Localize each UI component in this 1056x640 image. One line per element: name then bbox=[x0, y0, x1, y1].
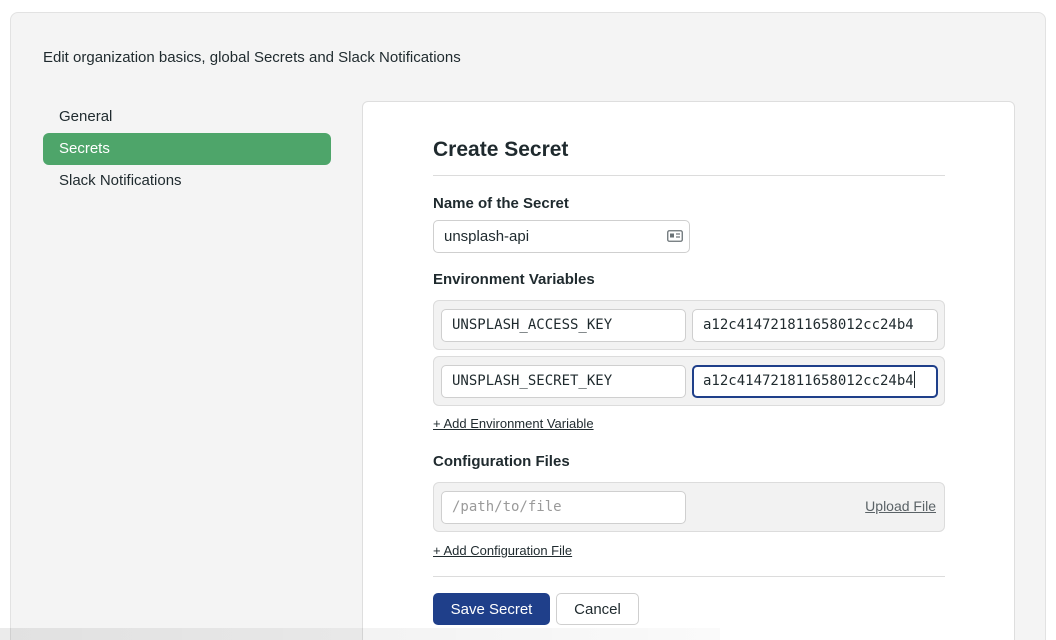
sidebar-item-slack-notifications[interactable]: Slack Notifications bbox=[43, 165, 331, 197]
sidebar-item-secrets[interactable]: Secrets bbox=[43, 133, 331, 165]
secret-name-value: unsplash-api bbox=[444, 228, 530, 245]
env-key-input[interactable]: UNSPLASH_ACCESS_KEY bbox=[441, 309, 686, 342]
sidebar-item-general[interactable]: General bbox=[43, 101, 331, 133]
secret-name-input[interactable]: unsplash-api bbox=[433, 220, 690, 253]
bottom-shadow bbox=[0, 628, 720, 640]
config-file-row: /path/to/file Upload File bbox=[433, 482, 945, 532]
page-description: Edit organization basics, global Secrets… bbox=[43, 49, 461, 66]
add-config-file-link[interactable]: + Add Configuration File bbox=[433, 543, 572, 558]
save-secret-button[interactable]: Save Secret bbox=[433, 593, 550, 625]
id-card-icon bbox=[667, 230, 683, 242]
env-var-row: UNSPLASH_SECRET_KEY a12c414721811658012c… bbox=[433, 356, 945, 406]
form-title: Create Secret bbox=[433, 138, 569, 161]
config-path-input[interactable]: /path/to/file bbox=[441, 491, 686, 524]
env-value-input-focused[interactable]: a12c414721811658012cc24b4 bbox=[692, 365, 938, 398]
title-divider bbox=[433, 175, 945, 176]
env-vars-label: Environment Variables bbox=[433, 271, 595, 288]
upload-file-link[interactable]: Upload File bbox=[865, 498, 936, 514]
env-key-input[interactable]: UNSPLASH_SECRET_KEY bbox=[441, 365, 686, 398]
secret-name-label: Name of the Secret bbox=[433, 195, 569, 212]
settings-nav: General Secrets Slack Notifications bbox=[43, 101, 331, 197]
env-value-text: a12c414721811658012cc24b4 bbox=[703, 373, 914, 389]
env-var-row: UNSPLASH_ACCESS_KEY a12c414721811658012c… bbox=[433, 300, 945, 350]
config-files-label: Configuration Files bbox=[433, 453, 570, 470]
add-env-variable-link[interactable]: + Add Environment Variable bbox=[433, 416, 594, 431]
settings-panel: Edit organization basics, global Secrets… bbox=[10, 12, 1046, 640]
text-caret bbox=[913, 371, 915, 388]
env-value-input[interactable]: a12c414721811658012cc24b4 bbox=[692, 309, 938, 342]
cancel-button[interactable]: Cancel bbox=[556, 593, 639, 625]
actions-divider bbox=[433, 576, 945, 577]
create-secret-card: Create Secret Name of the Secret unsplas… bbox=[362, 101, 1015, 640]
